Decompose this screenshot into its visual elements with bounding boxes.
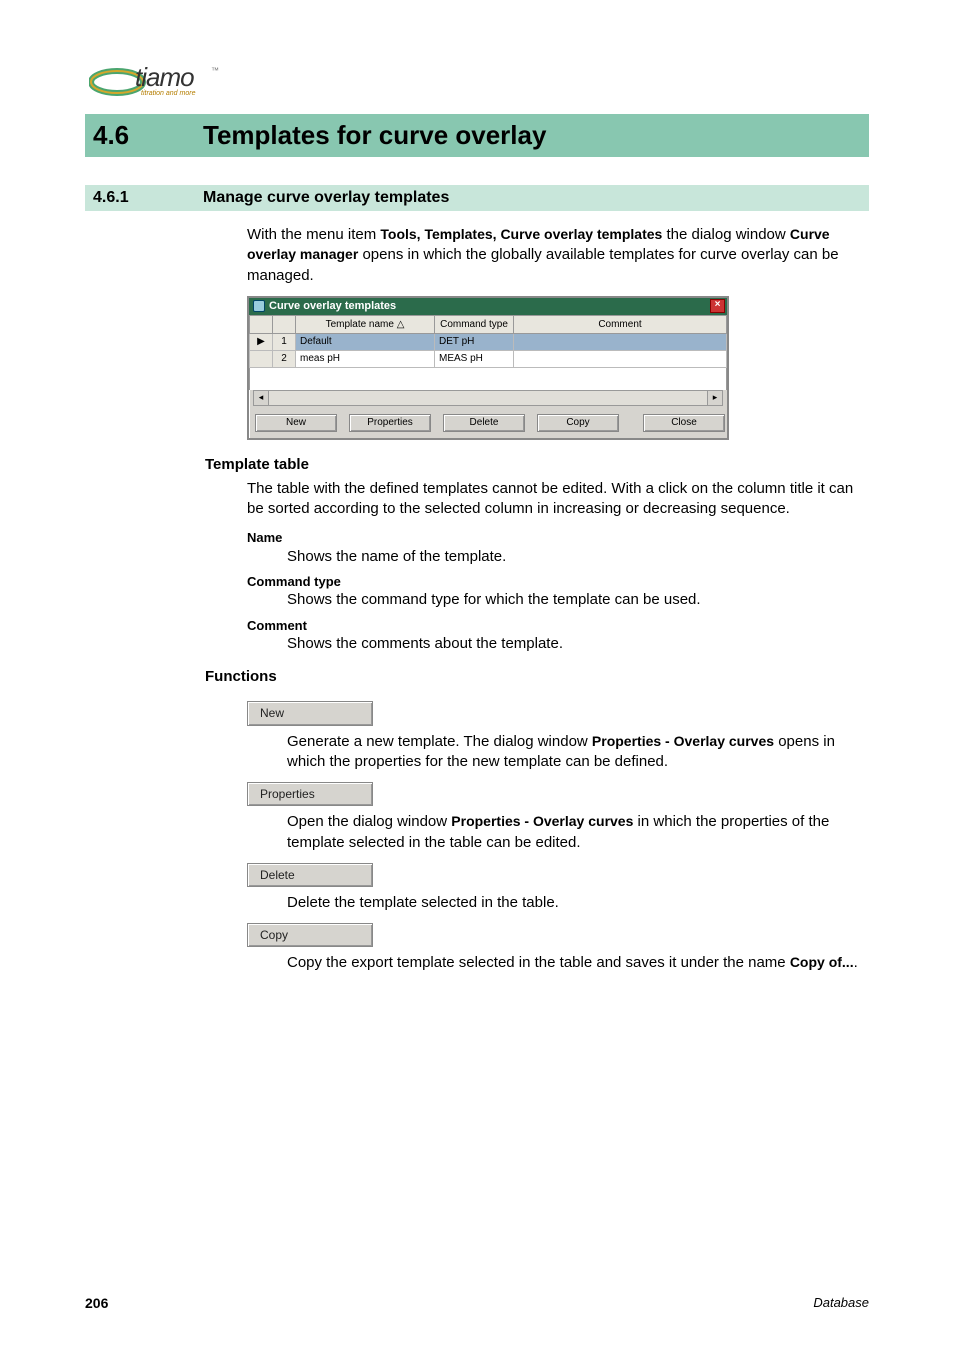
templates-table: Template name △ Command type Comment ▶ 1… — [249, 315, 727, 369]
new-button[interactable]: New — [247, 701, 373, 725]
def-cmd-term: Command type — [247, 573, 869, 591]
table-row[interactable]: 2 meas pH MEAS pH — [250, 351, 727, 368]
cell-comment — [514, 334, 727, 351]
def-comment-term: Comment — [247, 617, 869, 635]
dialog-name: Properties - Overlay curves — [451, 813, 633, 829]
page-number: 206 — [85, 1295, 108, 1311]
col-index — [273, 315, 296, 334]
brand-tm: ™ — [211, 66, 219, 75]
table-row[interactable]: ▶ 1 Default DET pH — [250, 334, 727, 351]
section-number: 4.6 — [93, 120, 203, 151]
dialog-name: Properties - Overlay curves — [592, 733, 774, 749]
new-button[interactable]: New — [255, 414, 337, 432]
brand-logo: tiamo ™ titration and more — [89, 60, 229, 104]
def-comment-desc: Shows the comments about the template. — [287, 634, 869, 654]
close-icon[interactable]: × — [710, 299, 725, 313]
properties-button[interactable]: Properties — [247, 782, 373, 806]
copy-button[interactable]: Copy — [247, 923, 373, 947]
brand-name: tiamo — [135, 62, 194, 93]
dialog-titlebar: Curve overlay templates × — [249, 298, 727, 315]
functions-body: New Generate a new template. The dialog … — [247, 691, 869, 973]
scroll-right-icon[interactable]: ▸ — [707, 391, 722, 405]
col-template-name[interactable]: Template name △ — [296, 315, 435, 334]
section-heading: 4.6Templates for curve overlay — [85, 114, 869, 157]
intro-paragraph: With the menu item Tools, Templates, Cur… — [247, 225, 869, 440]
copy-button[interactable]: Copy — [537, 414, 619, 432]
delete-button-desc: Delete the template selected in the tabl… — [287, 893, 869, 913]
template-table-para: The table with the defined templates can… — [247, 479, 869, 520]
properties-button-desc: Open the dialog window Properties - Over… — [287, 812, 869, 853]
intro-text: With the menu item — [247, 226, 380, 243]
copy-button-desc: Copy the export template selected in the… — [287, 953, 869, 973]
table-empty-area — [249, 368, 727, 390]
def-name-desc: Shows the name of the template. — [287, 547, 869, 567]
row-pointer-icon: ▶ — [250, 334, 273, 351]
functions-heading: Functions — [205, 668, 869, 685]
cell-cmd: DET pH — [435, 334, 514, 351]
def-cmd-desc: Shows the command type for which the tem… — [287, 590, 869, 610]
copy-name: Copy of... — [790, 954, 854, 970]
new-button-desc: Generate a new template. The dialog wind… — [287, 732, 869, 773]
dialog-button-row: New Properties Delete Copy Close — [249, 410, 727, 438]
cell-comment — [514, 351, 727, 368]
cell-name: Default — [296, 334, 435, 351]
col-command-type[interactable]: Command type — [435, 315, 514, 334]
delete-button[interactable]: Delete — [247, 863, 373, 887]
row-pointer-icon — [250, 351, 273, 368]
col-comment[interactable]: Comment — [514, 315, 727, 334]
scroll-track[interactable] — [269, 391, 707, 405]
row-index: 2 — [273, 351, 296, 368]
subsection-heading: 4.6.1Manage curve overlay templates — [85, 185, 869, 211]
template-table-body: The table with the defined templates can… — [247, 479, 869, 655]
section-title: Templates for curve overlay — [203, 120, 546, 150]
page-footer: 206 Database — [85, 1295, 869, 1311]
row-index: 1 — [273, 334, 296, 351]
intro-menu-path: Tools, Templates, Curve overlay template… — [380, 226, 662, 242]
cell-cmd: MEAS pH — [435, 351, 514, 368]
cell-name: meas pH — [296, 351, 435, 368]
footer-source: Database — [813, 1295, 869, 1311]
def-name-term: Name — [247, 529, 869, 547]
delete-button[interactable]: Delete — [443, 414, 525, 432]
intro-text: the dialog window — [662, 226, 790, 243]
template-table-heading: Template table — [205, 456, 869, 473]
horizontal-scrollbar[interactable]: ◂ ▸ — [253, 390, 723, 406]
properties-button[interactable]: Properties — [349, 414, 431, 432]
page: tiamo ™ titration and more 4.6Templates … — [0, 0, 954, 1351]
subsection-number: 4.6.1 — [93, 189, 203, 207]
close-button[interactable]: Close — [643, 414, 725, 432]
col-ptr — [250, 315, 273, 334]
brand-tagline: titration and more — [141, 90, 195, 97]
subsection-title: Manage curve overlay templates — [203, 189, 449, 206]
dialog-title: Curve overlay templates — [269, 299, 396, 314]
dialog-window: Curve overlay templates × Template name … — [247, 296, 729, 440]
app-icon — [253, 300, 265, 312]
scroll-left-icon[interactable]: ◂ — [254, 391, 269, 405]
